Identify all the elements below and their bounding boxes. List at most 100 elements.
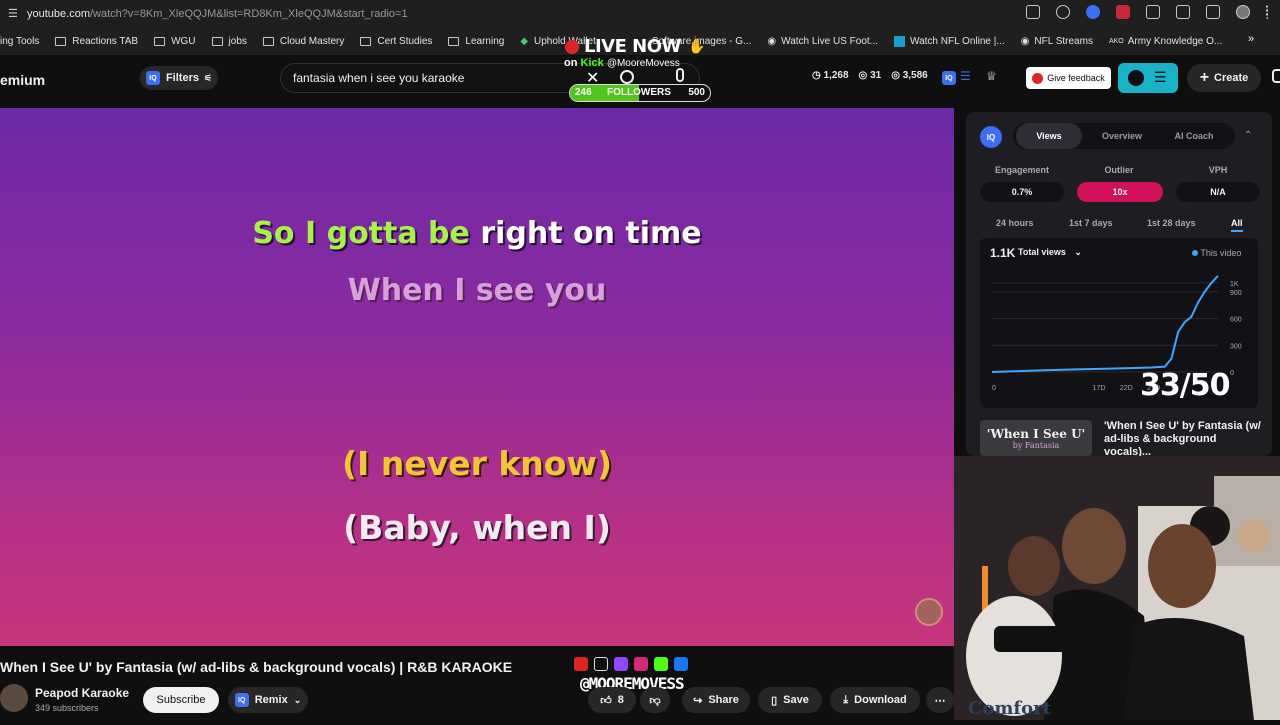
channel-avatar[interactable]: [0, 684, 28, 712]
webcam-overlay: Comfort: [954, 456, 1280, 720]
like-button[interactable]: 👍︎ 8: [588, 687, 636, 713]
vidiq-tabs: Views Overview AI Coach: [1013, 123, 1235, 149]
youtube-logo[interactable]: emium: [0, 72, 45, 88]
bookmark-item[interactable]: WGU: [154, 36, 196, 47]
search-icon[interactable]: [620, 70, 634, 84]
clock-icon: ◷: [812, 70, 824, 81]
folder-icon: [154, 36, 166, 46]
range-7d[interactable]: 1st 7 days: [1069, 218, 1113, 228]
bookmark-label: Watch Live US Foot...: [781, 35, 879, 47]
outlier-value: 10x: [1077, 182, 1163, 202]
extension-red-icon[interactable]: [1116, 5, 1130, 19]
feedback-label: Give feedback: [1047, 73, 1105, 83]
notifications-icon[interactable]: [1272, 69, 1280, 83]
vph-value: N/A: [1176, 182, 1260, 202]
url-host: youtube.com: [27, 7, 90, 20]
metric-label: Outlier: [1104, 165, 1134, 175]
tab-ai-coach[interactable]: AI Coach: [1161, 123, 1227, 149]
bookmark-item[interactable]: jobs: [211, 35, 247, 47]
lyric-line-next: When I see you: [347, 273, 607, 308]
tab-overview[interactable]: Overview: [1089, 123, 1155, 149]
uphold-icon: ◆: [520, 35, 529, 47]
dislike-button[interactable]: 👎︎: [640, 687, 670, 713]
bookmark-item[interactable]: Watch NFL Online |...: [894, 35, 1005, 47]
list-icon[interactable]: ☰: [960, 69, 971, 83]
bookmark-item[interactable]: ing Tools: [0, 36, 39, 47]
cast-icon[interactable]: [1026, 5, 1040, 19]
video-player[interactable]: [0, 108, 954, 646]
browser-address-bar[interactable]: ☰ youtube.com/watch?v=8Km_XleQQJM&list=R…: [0, 0, 1280, 27]
tab-search-icon[interactable]: [1206, 5, 1220, 19]
bookmark-item[interactable]: Learning: [448, 36, 504, 47]
site-icon: [894, 35, 906, 47]
share-button[interactable]: ↪ Share: [682, 687, 750, 713]
youtube-icon: [574, 657, 588, 671]
bookmark-label: jobs: [228, 35, 247, 47]
stat-value: 3,586: [902, 70, 928, 81]
channel-watermark[interactable]: [915, 598, 943, 626]
filters-button[interactable]: IQ Filters ⚟: [140, 66, 218, 90]
y-tick-label: 600: [1230, 317, 1242, 324]
bookmarks-overflow-icon[interactable]: »: [1248, 33, 1254, 45]
more-actions-button[interactable]: ⋯: [926, 687, 954, 713]
range-28d[interactable]: 1st 28 days: [1147, 218, 1196, 228]
download-icon: ⤓: [843, 693, 849, 706]
menu-icon[interactable]: [1266, 5, 1270, 19]
bookmark-item[interactable]: Cert Studies: [360, 36, 432, 47]
bookmark-item[interactable]: ◉ NFL Streams: [1021, 36, 1093, 47]
followers-goal-bar: 246 FOLLOWERS 500: [569, 84, 711, 102]
bookmark-item[interactable]: AKO Army Knowledge O...: [1109, 36, 1222, 47]
url-path: /watch?v=8Km_XleQQJM&list=RD8Km_XleQQJM&…: [89, 7, 408, 20]
house-of-moves-logo: ✋: [688, 38, 706, 54]
channel-name[interactable]: Peapod Karaoke: [35, 686, 129, 700]
metric-label: Engagement: [994, 165, 1049, 175]
give-feedback-button[interactable]: Give feedback: [1026, 67, 1111, 89]
mic-icon[interactable]: [676, 68, 684, 82]
share-icon: ↪: [693, 694, 703, 707]
thumbs-down-icon: 👎︎: [649, 694, 661, 707]
subscribe-button[interactable]: Subscribe: [143, 687, 219, 713]
vidiq-menu-button[interactable]: ☰: [1118, 63, 1178, 93]
puzzle-icon[interactable]: [1146, 5, 1160, 19]
x-tick-label: 17D: [1093, 385, 1106, 392]
bookmark-label: ing Tools: [0, 35, 40, 47]
subscriber-count: 349 subscribers: [35, 703, 99, 713]
x-tick-label: 22D: [1120, 385, 1133, 392]
chevron-down-icon: ⌄: [1074, 247, 1082, 257]
iq-icon: IQ: [145, 71, 160, 85]
bookmark-item[interactable]: Cloud Mastery: [262, 36, 344, 47]
like-count: 8: [617, 694, 624, 706]
bookmark-item[interactable]: Reactions TAB: [55, 36, 138, 47]
site-info-icon[interactable]: ☰: [8, 7, 18, 20]
trophy-icon[interactable]: ♕: [986, 69, 997, 83]
profile-avatar-icon[interactable]: [1236, 5, 1250, 19]
url-text[interactable]: youtube.com/watch?v=8Km_XleQQJM&list=RD8…: [27, 8, 408, 20]
range-all[interactable]: All: [1231, 218, 1243, 232]
legend-dot-icon: [1192, 250, 1198, 256]
related-title[interactable]: 'When I See U' by Fantasia (w/ ad-libs &…: [1104, 420, 1264, 459]
y-tick-label: 900: [1230, 290, 1242, 297]
bookmark-item[interactable]: ◉ Watch Live US Foot...: [767, 36, 878, 47]
related-thumbnail[interactable]: 'When I See U' by Fantasia: [980, 420, 1092, 456]
more-icon: ⋯: [934, 694, 946, 707]
extension-iq-icon[interactable]: [1086, 5, 1100, 19]
save-button[interactable]: ▯ Save: [758, 687, 822, 713]
collapse-icon[interactable]: ⌃: [1244, 130, 1252, 141]
views-dropdown[interactable]: Total views ⌄: [1018, 247, 1082, 258]
remix-button[interactable]: IQ Remix ⌄: [228, 687, 308, 713]
bookmark-label: Learning: [465, 35, 505, 47]
tab-views[interactable]: Views: [1016, 123, 1082, 149]
create-button[interactable]: + Create: [1187, 64, 1261, 92]
browser-toolbar: [1026, 5, 1270, 19]
download-button[interactable]: ⤓ Download: [830, 687, 920, 713]
star-icon[interactable]: [1056, 5, 1070, 19]
range-24h[interactable]: 24 hours: [996, 218, 1034, 228]
lyric-backing-line-2: (Baby, when I): [343, 508, 611, 547]
plus-icon: +: [1199, 69, 1210, 86]
svg-text:Comfort: Comfort: [968, 698, 1052, 719]
bookmark-label: NFL Streams: [1034, 35, 1093, 47]
stat-value: 31: [870, 70, 882, 81]
lyric-upcoming-part: right on time: [469, 216, 702, 251]
sidebar-icon[interactable]: [1176, 5, 1190, 19]
iq-toolbar-icon[interactable]: IQ: [942, 71, 956, 85]
